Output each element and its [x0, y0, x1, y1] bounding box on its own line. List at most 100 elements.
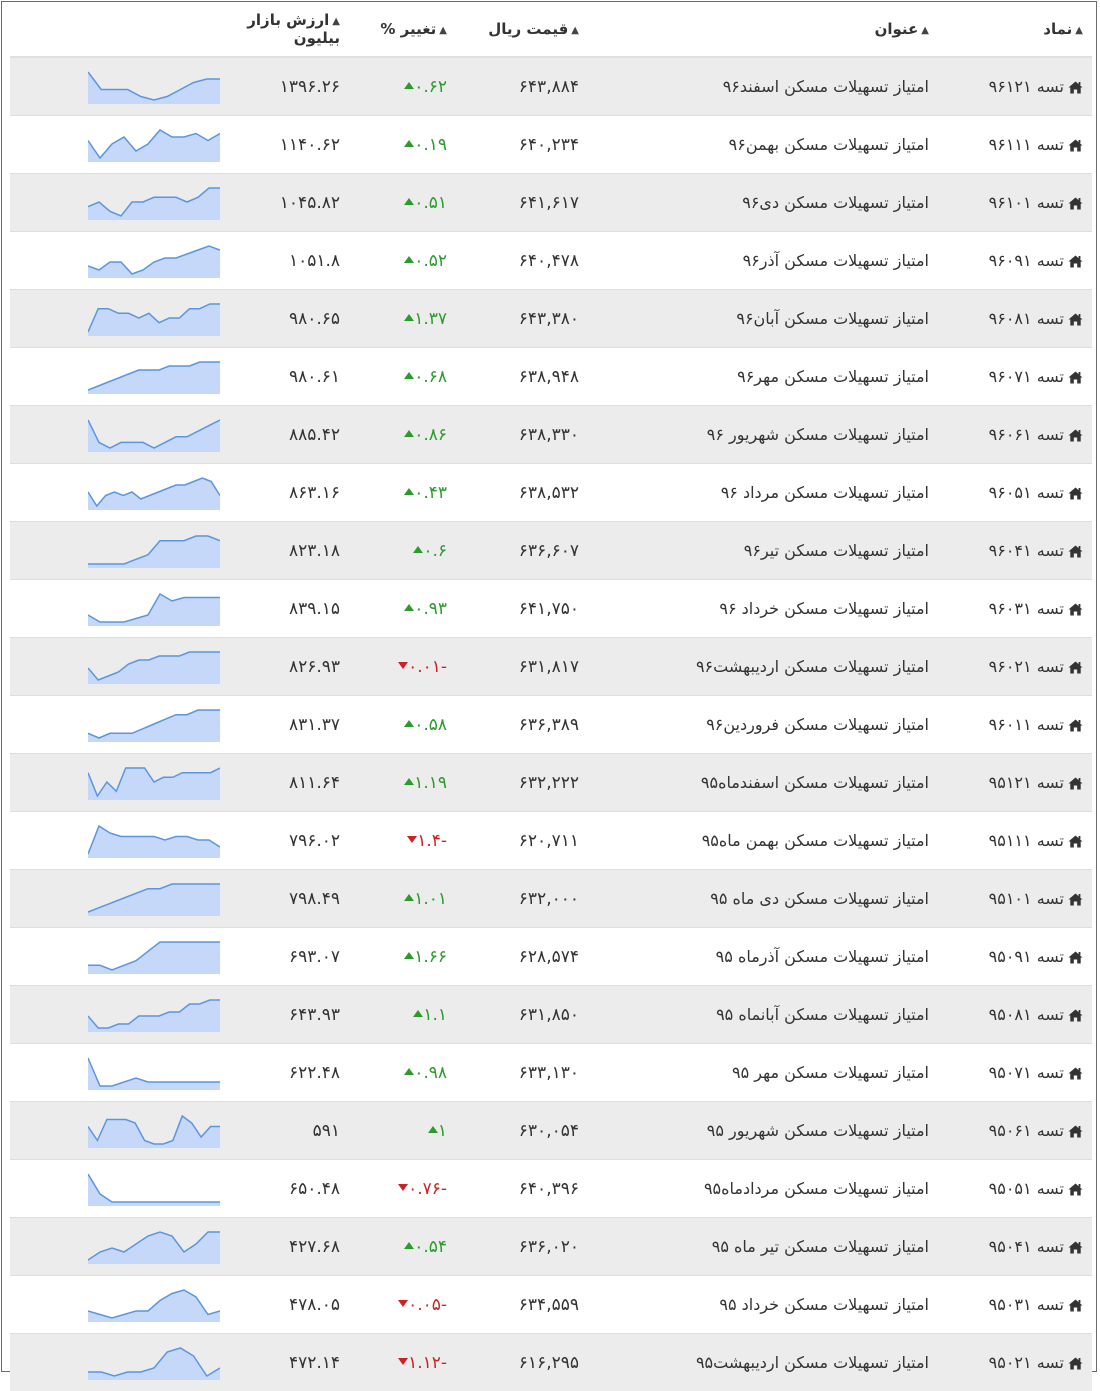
- market-cap-text: ۶۵۰.۴۸: [289, 1179, 340, 1199]
- table-row[interactable]: تسه ۹۵۰۷۱امتیاز تسهیلات مسکن مهر ۹۵۶۳۳,۱…: [10, 1044, 1092, 1102]
- symbol-cell[interactable]: تسه ۹۵۰۵۱: [937, 1160, 1092, 1218]
- table-row[interactable]: تسه ۹۶۰۲۱امتیاز تسهیلات مسکن اردیبهشت۹۶۶…: [10, 638, 1092, 696]
- table-row[interactable]: تسه ۹۶۰۸۱امتیاز تسهیلات مسکن آبان۹۶۶۴۳,۳…: [10, 290, 1092, 348]
- symbol-cell[interactable]: تسه ۹۶۰۸۱: [937, 290, 1092, 348]
- title-cell[interactable]: امتیاز تسهیلات مسکن شهریور ۹۶: [587, 406, 937, 464]
- symbol-cell[interactable]: تسه ۹۶۱۲۱: [937, 57, 1092, 116]
- header-market-cap[interactable]: ▲︎ارزش بازار بیلیون: [220, 2, 350, 57]
- sparkline-chart: [88, 940, 220, 974]
- title-cell[interactable]: امتیاز تسهیلات مسکن تیر۹۶: [587, 522, 937, 580]
- table-row[interactable]: تسه ۹۶۱۱۱امتیاز تسهیلات مسکن بهمن۹۶۶۴۰,۲…: [10, 116, 1092, 174]
- table-row[interactable]: تسه ۹۶۱۰۱امتیاز تسهیلات مسکن دی۹۶ ۶۴۱,۶۱۷…: [10, 174, 1092, 232]
- title-cell[interactable]: امتیاز تسهیلات مسکن اسفندماه۹۵: [587, 754, 937, 812]
- header-change[interactable]: ▲︎تغییر %: [350, 2, 457, 57]
- symbol-text: تسه ۹۶۰۴۱: [989, 541, 1064, 560]
- table-row[interactable]: تسه ۹۵۰۵۱ امتیاز تسهیلات مسکن مردادماه۹۵ ۶…: [10, 1160, 1092, 1218]
- title-cell[interactable]: امتیاز تسهیلات مسکن شهریور ۹۵: [587, 1102, 937, 1160]
- table-row[interactable]: تسه ۹۵۰۹۱امتیاز تسهیلات مسکن آذرماه ۹۵۶۲…: [10, 928, 1092, 986]
- title-text: امتیاز تسهیلات مسکن آبانماه ۹۵: [716, 1005, 929, 1024]
- title-cell[interactable]: امتیاز تسهیلات مسکن تیر ماه ۹۵: [587, 1218, 937, 1276]
- symbol-cell[interactable]: تسه ۹۶۰۹۱: [937, 232, 1092, 290]
- table-row[interactable]: تسه ۹۵۱۲۱امتیاز تسهیلات مسکن اسفندماه۹۵۶…: [10, 754, 1092, 812]
- change-cell: ۱: [350, 1102, 457, 1160]
- sparkline-area: [88, 652, 220, 684]
- title-cell[interactable]: امتیاز تسهیلات مسکن آذرماه ۹۵: [587, 928, 937, 986]
- sparkline-area: [88, 594, 220, 626]
- symbol-cell[interactable]: تسه ۹۶۰۳۱: [937, 580, 1092, 638]
- price-text: ۶۴۱,۶۱۷: [519, 193, 579, 213]
- symbol-text: تسه ۹۶۰۲۱: [989, 657, 1064, 676]
- table-row[interactable]: تسه ۹۵۰۴۱امتیاز تسهیلات مسکن تیر ماه ۹۵۶…: [10, 1218, 1092, 1276]
- title-text: امتیاز تسهیلات مسکن اردیبهشت۹۵: [696, 1353, 929, 1372]
- title-cell[interactable]: امتیاز تسهیلات مسکن دی۹۶: [587, 174, 937, 232]
- title-cell[interactable]: امتیاز تسهیلات مسکن آبان۹۶: [587, 290, 937, 348]
- table-row[interactable]: تسه ۹۵۰۶۱امتیاز تسهیلات مسکن شهریور ۹۵۶۳…: [10, 1102, 1092, 1160]
- title-cell[interactable]: امتیاز تسهیلات مسکن اردیبهشت۹۵: [587, 1334, 937, 1391]
- title-cell[interactable]: امتیاز تسهیلات مسکن اسفند۹۶: [587, 57, 937, 116]
- table-row[interactable]: تسه ۹۵۰۸۱امتیاز تسهیلات مسکن آبانماه ۹۵۶…: [10, 986, 1092, 1044]
- title-cell[interactable]: امتیاز تسهیلات مسکن آذر۹۶: [587, 232, 937, 290]
- sparkline-chart: [88, 70, 220, 104]
- table-row[interactable]: تسه ۹۵۱۱۱امتیاز تسهیلات مسکن بهمن ماه۹۵۶…: [10, 812, 1092, 870]
- table-row[interactable]: تسه ۹۶۰۳۱امتیاز تسهیلات مسکن خرداد ۹۶۶۴۱…: [10, 580, 1092, 638]
- table-row[interactable]: تسه ۹۵۰۲۱امتیاز تسهیلات مسکن اردیبهشت۹۵۶…: [10, 1334, 1092, 1391]
- change-text: ۰.۹۳: [414, 599, 447, 619]
- symbol-cell[interactable]: تسه ۹۵۰۸۱: [937, 986, 1092, 1044]
- home-icon: [1068, 1183, 1083, 1196]
- title-text: امتیاز تسهیلات مسکن اسفندماه۹۵: [701, 773, 929, 792]
- title-cell[interactable]: امتیاز تسهیلات مسکن مهر ۹۵: [587, 1044, 937, 1102]
- symbol-cell[interactable]: تسه ۹۵۰۶۱: [937, 1102, 1092, 1160]
- table-row[interactable]: تسه ۹۶۰۱۱امتیاز تسهیلات مسکن فروردین۹۶۶۳…: [10, 696, 1092, 754]
- symbol-cell[interactable]: تسه ۹۵۱۰۱: [937, 870, 1092, 928]
- symbol-cell[interactable]: تسه ۹۵۱۱۱: [937, 812, 1092, 870]
- header-symbol[interactable]: ▲︎نماد: [937, 2, 1092, 57]
- table-row[interactable]: تسه ۹۶۰۹۱امتیاز تسهیلات مسکن آذر۹۶۶۴۰,۴۷…: [10, 232, 1092, 290]
- header-price[interactable]: ▲︎قیمت ریال: [457, 2, 587, 57]
- market-cap-cell: ۱۰۴۵.۸۲: [220, 174, 350, 232]
- symbol-cell[interactable]: تسه ۹۶۰۷۱: [937, 348, 1092, 406]
- market-cap-text: ۱۱۴۰.۶۲: [280, 135, 340, 155]
- market-cap-text: ۸۶۳.۱۶: [289, 483, 340, 503]
- title-cell[interactable]: امتیاز تسهیلات مسکن آبانماه ۹۵: [587, 986, 937, 1044]
- symbol-cell[interactable]: تسه ۹۶۰۲۱: [937, 638, 1092, 696]
- symbol-cell[interactable]: تسه ۹۶۰۱۱: [937, 696, 1092, 754]
- title-cell[interactable]: امتیاز تسهیلات مسکن دی ماه ۹۵: [587, 870, 937, 928]
- symbol-cell[interactable]: تسه ۹۵۱۲۱: [937, 754, 1092, 812]
- symbol-cell[interactable]: تسه ۹۵۰۳۱: [937, 1276, 1092, 1334]
- header-market-cap-label: ارزش بازار بیلیون: [247, 11, 340, 47]
- symbol-cell[interactable]: تسه ۹۵۰۲۱: [937, 1334, 1092, 1391]
- title-cell[interactable]: امتیاز تسهیلات مسکن خرداد ۹۵: [587, 1276, 937, 1334]
- sparkline-chart: [88, 708, 220, 742]
- symbol-cell[interactable]: تسه ۹۶۰۶۱: [937, 406, 1092, 464]
- symbol-cell[interactable]: تسه ۹۶۰۵۱: [937, 464, 1092, 522]
- symbol-cell[interactable]: تسه ۹۵۰۴۱: [937, 1218, 1092, 1276]
- change-text: ۱.۱۹: [414, 773, 447, 793]
- symbol-cell[interactable]: تسه ۹۵۰۷۱: [937, 1044, 1092, 1102]
- change-cell: ۱.۱۹: [350, 754, 457, 812]
- table-row[interactable]: تسه ۹۶۰۴۱امتیاز تسهیلات مسکن تیر۹۶۶۳۶,۶۰…: [10, 522, 1092, 580]
- home-icon: [1068, 893, 1083, 906]
- title-cell[interactable]: امتیاز تسهیلات مسکن خرداد ۹۶: [587, 580, 937, 638]
- table-row[interactable]: تسه ۹۶۰۷۱امتیاز تسهیلات مسکن مهر۹۶۶۳۸,۹۴…: [10, 348, 1092, 406]
- symbol-cell[interactable]: تسه ۹۵۰۹۱: [937, 928, 1092, 986]
- symbol-cell[interactable]: تسه ۹۶۱۰۱: [937, 174, 1092, 232]
- price-cell: ۶۳۶,۰۲۰: [457, 1218, 587, 1276]
- table-row[interactable]: تسه ۹۵۱۰۱امتیاز تسهیلات مسکن دی ماه ۹۵۶۳…: [10, 870, 1092, 928]
- symbol-cell[interactable]: تسه ۹۶۱۱۱: [937, 116, 1092, 174]
- arrow-up-icon: [404, 894, 414, 901]
- table-row[interactable]: تسه ۹۶۰۶۱امتیاز تسهیلات مسکن شهریور ۹۶۶۳…: [10, 406, 1092, 464]
- title-cell[interactable]: امتیاز تسهیلات مسکن اردیبهشت۹۶: [587, 638, 937, 696]
- table-row[interactable]: تسه ۹۵۰۳۱امتیاز تسهیلات مسکن خرداد ۹۵۶۳۴…: [10, 1276, 1092, 1334]
- header-title[interactable]: ▲︎عنوان: [587, 2, 937, 57]
- table-row[interactable]: تسه ۹۶۰۵۱امتیاز تسهیلات مسکن مرداد ۹۶۶۳۸…: [10, 464, 1092, 522]
- title-cell[interactable]: امتیاز تسهیلات مسکن مرداد ۹۶: [587, 464, 937, 522]
- title-cell[interactable]: امتیاز تسهیلات مسکن بهمن ماه۹۵: [587, 812, 937, 870]
- title-cell[interactable]: امتیاز تسهیلات مسکن مردادماه۹۵: [587, 1160, 937, 1218]
- symbol-text: تسه ۹۵۰۵۱: [989, 1179, 1064, 1198]
- title-cell[interactable]: امتیاز تسهیلات مسکن فروردین۹۶: [587, 696, 937, 754]
- change-text: ۱.۱: [423, 1005, 447, 1025]
- table-row[interactable]: تسه ۹۶۱۲۱امتیاز تسهیلات مسکن اسفند۹۶۶۴۳,…: [10, 57, 1092, 116]
- symbol-cell[interactable]: تسه ۹۶۰۴۱: [937, 522, 1092, 580]
- title-cell[interactable]: امتیاز تسهیلات مسکن بهمن۹۶: [587, 116, 937, 174]
- title-cell[interactable]: امتیاز تسهیلات مسکن مهر۹۶: [587, 348, 937, 406]
